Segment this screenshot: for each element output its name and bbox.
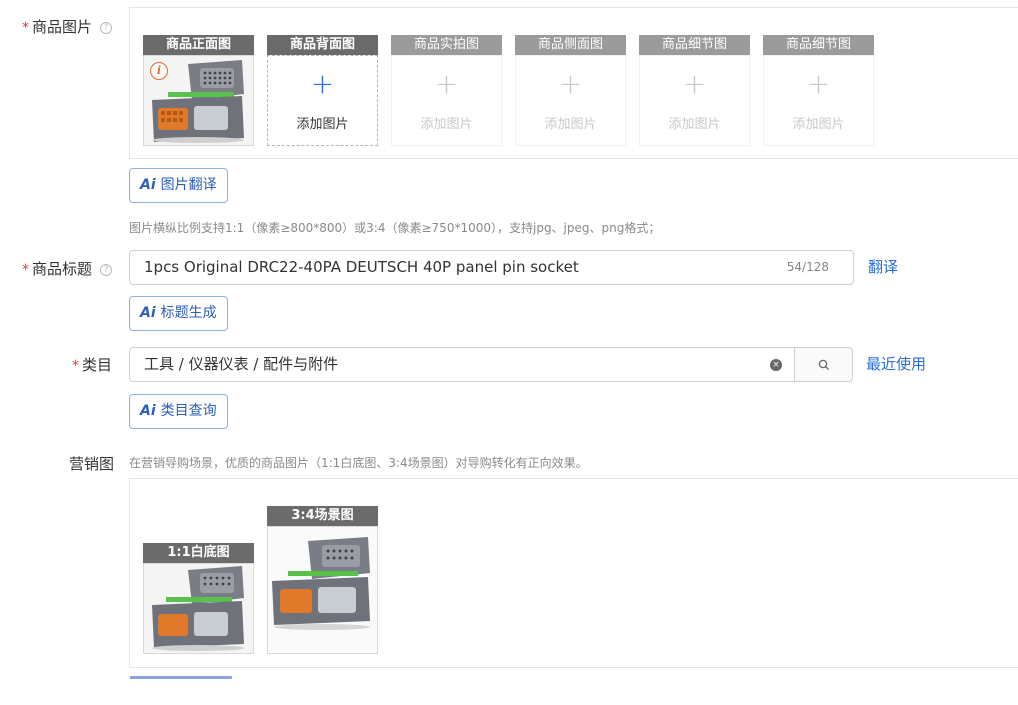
image-slot-caption: 3:4场景图 <box>267 506 378 526</box>
add-image-text: 添加图片 <box>420 117 473 132</box>
plus-icon: + <box>434 67 459 100</box>
plus-icon: + <box>310 67 335 100</box>
image-slot-detail-2: 商品细节图 + 添加图片 <box>763 35 874 146</box>
marketing-slot-square[interactable]: 1:1白底图 <box>143 543 254 654</box>
ai-icon: Ai <box>140 177 156 193</box>
connector-photo <box>144 564 253 653</box>
category-label: * 类目 <box>72 354 112 375</box>
plus-icon: + <box>806 67 831 100</box>
plus-icon: + <box>682 67 707 100</box>
image-slot-caption: 商品细节图 <box>763 35 874 55</box>
image-translate-label: 图片翻译 <box>160 177 217 193</box>
image-slot-real: 商品实拍图 + 添加图片 <box>391 35 502 146</box>
title-generate-label: 标题生成 <box>160 305 217 321</box>
image-slot-caption: 商品实拍图 <box>391 35 502 55</box>
next-section-stub <box>130 676 232 679</box>
image-slot-caption: 商品正面图 <box>143 35 254 55</box>
title-generate-button[interactable]: Ai 标题生成 <box>129 296 228 331</box>
help-icon[interactable]: ? <box>100 22 113 34</box>
warning-icon[interactable]: i <box>150 62 168 80</box>
marketing-photo-scene[interactable] <box>267 526 378 654</box>
title-label: * 商品标题? <box>22 258 113 279</box>
add-image-text: 添加图片 <box>792 117 845 132</box>
image-translate-button[interactable]: Ai 图片翻译 <box>129 168 228 203</box>
category-input-value: 工具 / 仪器仪表 / 配件与附件 <box>144 355 339 373</box>
title-input[interactable]: 1pcs Original DRC22-40PA DEUTSCH 40P pan… <box>129 250 854 285</box>
recent-used-link[interactable]: 最近使用 <box>866 353 926 374</box>
category-query-button[interactable]: Ai 类目查询 <box>129 394 228 429</box>
clear-icon[interactable]: × <box>770 359 782 371</box>
category-query-label: 类目查询 <box>160 403 217 419</box>
connector-photo <box>268 527 377 653</box>
help-icon[interactable]: ? <box>100 264 113 276</box>
ai-icon: Ai <box>140 403 156 419</box>
category-label-text: 类目 <box>82 356 113 374</box>
product-images-label-text: 商品图片 <box>32 18 93 36</box>
required-asterisk: * <box>22 262 29 278</box>
title-label-text: 商品标题 <box>32 260 93 278</box>
upload-area-disabled: + 添加图片 <box>639 55 750 146</box>
image-slot-detail-1: 商品细节图 + 添加图片 <box>639 35 750 146</box>
character-counter: 54/128 <box>786 260 829 274</box>
upload-area[interactable]: + 添加图片 <box>267 55 378 146</box>
image-slot-front[interactable]: 商品正面图 i <box>143 35 254 146</box>
image-slot-caption: 商品背面图 <box>267 35 378 55</box>
translate-link[interactable]: 翻译 <box>868 256 898 277</box>
image-format-hint: 图片横纵比例支持1:1（像素≥800*800）或3:4（像素≥750*1000）… <box>129 221 661 235</box>
title-input-value: 1pcs Original DRC22-40PA DEUTSCH 40P pan… <box>144 258 579 276</box>
product-images-label: * 商品图片? <box>22 16 113 37</box>
image-slot-caption: 商品侧面图 <box>515 35 626 55</box>
marketing-slot-scene[interactable]: 3:4场景图 <box>267 506 378 654</box>
image-slot-back[interactable]: 商品背面图 + 添加图片 <box>267 35 378 146</box>
image-slot-side: 商品侧面图 + 添加图片 <box>515 35 626 146</box>
add-image-text: 添加图片 <box>668 117 721 132</box>
ai-icon: Ai <box>140 305 156 321</box>
required-asterisk: * <box>22 20 29 36</box>
add-image-text: 添加图片 <box>296 117 349 132</box>
search-icon <box>818 359 829 370</box>
marketing-panel <box>129 478 1018 668</box>
image-slot-caption: 商品细节图 <box>639 35 750 55</box>
marketing-label: 营销图 <box>69 455 115 473</box>
image-slot-caption: 1:1白底图 <box>143 543 254 563</box>
category-input[interactable]: 工具 / 仪器仪表 / 配件与附件 × <box>129 347 795 382</box>
add-image-text: 添加图片 <box>544 117 597 132</box>
upload-area-disabled: + 添加图片 <box>391 55 502 146</box>
required-asterisk: * <box>72 358 79 374</box>
marketing-hint: 在营销导购场景，优质的商品图片（1:1白底图、3:4场景图）对导购转化有正向效果… <box>129 456 588 470</box>
product-photo[interactable]: i <box>143 55 254 146</box>
upload-area-disabled: + 添加图片 <box>515 55 626 146</box>
marketing-photo-square[interactable] <box>143 563 254 654</box>
category-search-button[interactable] <box>794 347 853 382</box>
plus-icon: + <box>558 67 583 100</box>
upload-area-disabled: + 添加图片 <box>763 55 874 146</box>
